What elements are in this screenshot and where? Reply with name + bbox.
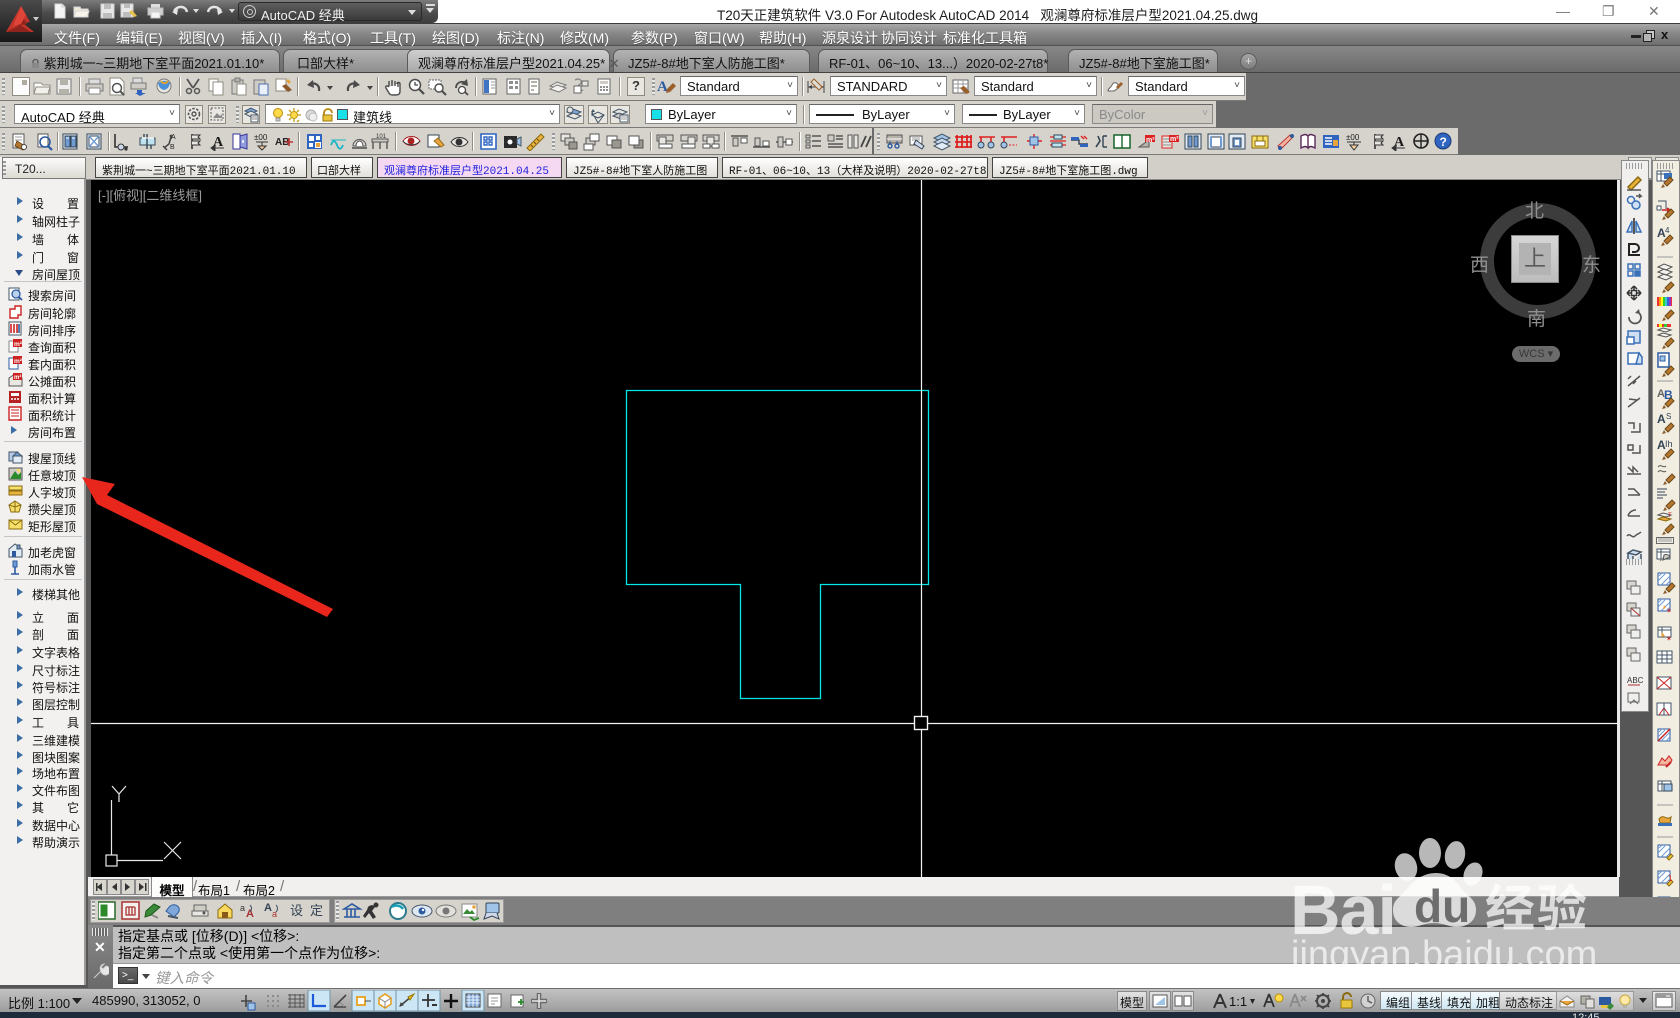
- svg-text:A: A: [264, 902, 272, 914]
- svg-text:S: S: [1666, 412, 1671, 421]
- svg-text:a: a: [240, 903, 245, 913]
- svg-text:A: A: [246, 908, 254, 920]
- svg-text:m²: m²: [14, 358, 23, 365]
- svg-text:✶: ✶: [1666, 607, 1672, 615]
- svg-text:m²: m²: [1170, 136, 1179, 143]
- svg-text:4: 4: [1665, 226, 1670, 235]
- svg-text:m²: m²: [1146, 137, 1155, 144]
- svg-text:设: 设: [290, 903, 303, 918]
- svg-text:1:1: 1:1: [1229, 994, 1247, 1009]
- svg-text:101: 101: [376, 134, 387, 140]
- svg-text:A: A: [1657, 412, 1666, 426]
- svg-text:±00: ±00: [254, 133, 268, 142]
- svg-text:ABC: ABC: [1627, 676, 1644, 685]
- svg-text:m²: m²: [14, 374, 21, 381]
- svg-text:定: 定: [310, 903, 323, 918]
- svg-text:m²: m²: [14, 341, 23, 348]
- svg-text:T: T: [1668, 513, 1672, 519]
- svg-text:B: B: [170, 144, 175, 151]
- svg-text:Ih: Ih: [1665, 439, 1673, 449]
- svg-text:?: ?: [1440, 135, 1447, 149]
- svg-text:1: 1: [1668, 874, 1673, 883]
- svg-text:a: a: [272, 909, 277, 919]
- svg-text:✶: ✶: [1666, 635, 1672, 643]
- svg-text:±00: ±00: [1346, 133, 1360, 142]
